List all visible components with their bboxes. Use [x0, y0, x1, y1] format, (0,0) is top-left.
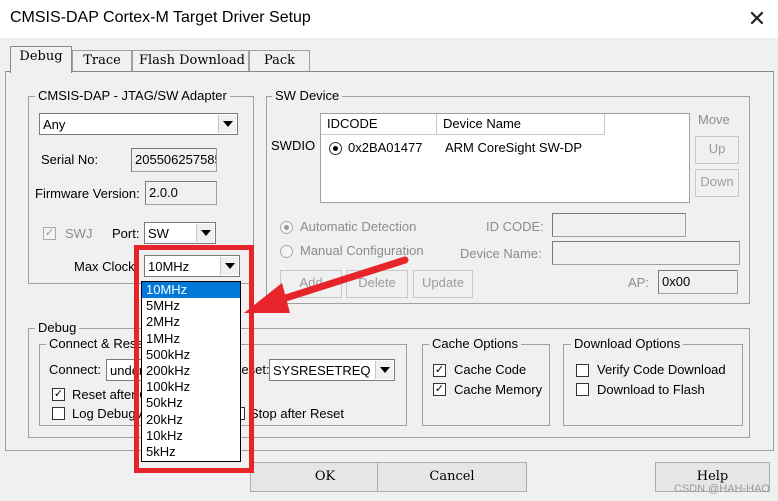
manual-configuration-radio[interactable] [280, 245, 293, 258]
id-code-field[interactable] [552, 213, 686, 237]
firmware-label: Firmware Version: [35, 186, 140, 201]
tab-pack[interactable]: Pack [249, 50, 310, 72]
chevron-down-icon[interactable] [218, 115, 236, 133]
port-select[interactable]: SW [144, 222, 216, 244]
window-title: CMSIS-DAP Cortex-M Target Driver Setup [10, 9, 311, 26]
stop-after-reset-label: Stop after Reset [250, 406, 344, 421]
adapter-select[interactable]: Any [39, 113, 238, 135]
cancel-button[interactable]: Cancel [377, 462, 527, 492]
adapter-select-value: Any [43, 117, 66, 132]
table-row[interactable]: 0x2BA01477 ARM CoreSight SW-DP [321, 138, 689, 158]
verify-code-download-label: Verify Code Download [597, 362, 726, 377]
update-button[interactable]: Update [413, 270, 473, 298]
max-clock-select-value: 10MHz [148, 259, 190, 274]
chevron-down-icon[interactable] [375, 361, 393, 379]
id-code-label: ID CODE: [486, 219, 544, 234]
clock-option-2mhz[interactable]: 2MHz [142, 314, 240, 330]
column-header-idcode[interactable]: IDCODE [321, 114, 437, 135]
cache-memory-label: Cache Memory [454, 382, 543, 397]
chevron-down-icon[interactable] [196, 224, 214, 242]
cache-code-label: Cache Code [454, 362, 527, 377]
device-name: ARM CoreSight SW-DP [445, 140, 583, 155]
sw-device-group-label: SW Device [272, 88, 343, 103]
watermark: CSDN @HAH-HAO [673, 483, 770, 495]
delete-button[interactable]: Delete [346, 270, 408, 298]
connect-label: Connect: [49, 362, 102, 377]
download-to-flash-checkbox[interactable] [576, 383, 589, 396]
sw-device-table: IDCODE Device Name 0x2BA01477 ARM CoreSi… [320, 113, 690, 203]
reset-after-connect-checkbox[interactable]: ✓ [52, 388, 65, 401]
swj-label: SWJ [65, 226, 93, 241]
clock-option-10khz[interactable]: 10kHz [142, 428, 240, 444]
cache-options-group-label: Cache Options [429, 336, 521, 351]
download-options-group-label: Download Options [571, 336, 684, 351]
serial-label: Serial No: [41, 152, 99, 167]
close-icon[interactable]: ✕ [740, 2, 774, 36]
column-header-device-name[interactable]: Device Name [437, 114, 605, 135]
serial-field: 205506257585 [131, 148, 217, 172]
clock-option-200khz[interactable]: 200kHz [142, 363, 240, 379]
move-down-button[interactable]: Down [695, 169, 739, 197]
port-label: Port: [112, 226, 140, 241]
clock-option-5mhz[interactable]: 5MHz [142, 298, 240, 314]
cache-memory-checkbox[interactable]: ✓ [433, 383, 446, 396]
log-debug-checkbox[interactable] [52, 407, 65, 420]
title-bar: CMSIS-DAP Cortex-M Target Driver Setup ✕ [0, 0, 778, 38]
clock-option-10mhz[interactable]: 10MHz [142, 282, 240, 299]
debug-group-label: Debug [35, 320, 80, 335]
clock-option-50khz[interactable]: 50kHz [142, 395, 240, 411]
tab-trace[interactable]: Trace [72, 50, 132, 72]
port-select-value: SW [148, 226, 169, 241]
clock-option-20khz[interactable]: 20kHz [142, 412, 240, 428]
max-clock-select[interactable]: 10MHz [144, 255, 240, 277]
clock-option-100khz[interactable]: 100kHz [142, 379, 240, 395]
swj-checkbox[interactable]: ✓ [43, 227, 56, 240]
ap-field: 0x00 [658, 270, 738, 294]
reset-select[interactable]: SYSRESETREQ [269, 359, 395, 381]
device-name-field[interactable] [552, 241, 740, 265]
manual-configuration-label: Manual Configuration [300, 243, 424, 258]
move-up-button[interactable]: Up [695, 136, 739, 164]
download-to-flash-label: Download to Flash [597, 382, 705, 397]
chevron-down-icon[interactable] [220, 257, 238, 275]
verify-code-download-checkbox[interactable] [576, 364, 589, 377]
max-clock-dropdown-list: 10MHz 5MHz 2MHz 1MHz 500kHz 200kHz 100kH… [141, 281, 241, 462]
automatic-detection-radio[interactable] [280, 221, 293, 234]
cache-code-checkbox[interactable]: ✓ [433, 364, 446, 377]
firmware-field: 2.0.0 [145, 181, 217, 205]
adapter-group-label: CMSIS-DAP - JTAG/SW Adapter [35, 88, 230, 103]
swdio-label: SWDIO [271, 138, 316, 153]
reset-select-value: SYSRESETREQ [273, 363, 371, 378]
move-label: Move [698, 112, 730, 127]
device-name-label: Device Name: [460, 246, 542, 261]
tab-flash-download[interactable]: Flash Download [132, 50, 249, 72]
ap-label: AP: [628, 275, 649, 290]
clock-option-5khz[interactable]: 5kHz [142, 444, 240, 460]
tab-debug[interactable]: Debug [10, 46, 72, 73]
device-radio[interactable] [329, 142, 342, 155]
clock-option-1mhz[interactable]: 1MHz [142, 331, 240, 347]
tab-bar: Debug Trace Flash Download Pack [0, 38, 778, 73]
add-button[interactable]: Add [280, 270, 342, 298]
clock-option-500khz[interactable]: 500kHz [142, 347, 240, 363]
max-clock-label: Max Clock: [74, 259, 139, 274]
device-idcode: 0x2BA01477 [348, 140, 423, 155]
automatic-detection-label: Automatic Detection [300, 219, 417, 234]
